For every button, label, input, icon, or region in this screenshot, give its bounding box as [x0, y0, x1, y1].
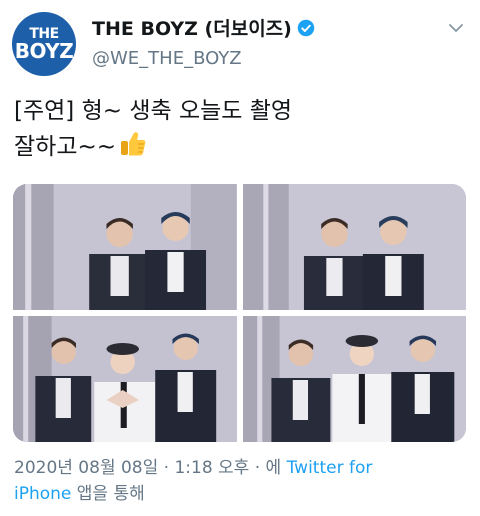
photo-3-illustration — [13, 316, 237, 442]
photo-4[interactable] — [242, 316, 466, 442]
source-link[interactable]: Twitter for — [287, 458, 373, 478]
chevron-down-icon[interactable] — [448, 20, 464, 36]
source-link-cont[interactable]: iPhone — [14, 484, 71, 504]
tweet-line-2-text: 잘하고~~ — [14, 134, 117, 160]
name-row: THE BOYZ (더보이즈) — [92, 14, 315, 41]
thumbs-up-icon — [121, 132, 146, 156]
account-handle[interactable]: @WE_THE_BOYZ — [92, 48, 242, 69]
source-suffix: 앱을 통해 — [76, 484, 145, 504]
photo-2[interactable] — [242, 184, 466, 310]
display-name[interactable]: THE BOYZ (더보이즈) — [92, 14, 292, 41]
photo-2-illustration — [242, 184, 466, 310]
tweet-line-2: 잘하고~~ — [14, 128, 454, 164]
tweet-line-1: [주연] 형~ 생축 오늘도 촬영 — [14, 98, 293, 124]
photo-1-illustration — [13, 184, 237, 310]
photo-4-illustration — [242, 316, 466, 442]
photo-1[interactable] — [13, 184, 237, 310]
verified-badge-icon — [297, 19, 315, 36]
avatar-text-bottom: BOYZ — [14, 39, 74, 63]
tweet-text: [주연] 형~ 생축 오늘도 촬영 잘하고~~ — [14, 94, 454, 164]
photo-3[interactable] — [13, 316, 237, 442]
tweet-meta: 2020년 08월 08일 · 1:18 오후 · 에 Twitter for … — [14, 455, 469, 507]
media-grid — [13, 184, 466, 442]
timestamp[interactable]: 2020년 08월 08일 · 1:18 오후 · 에 — [14, 458, 281, 478]
avatar[interactable]: THE BOYZ — [12, 12, 76, 76]
